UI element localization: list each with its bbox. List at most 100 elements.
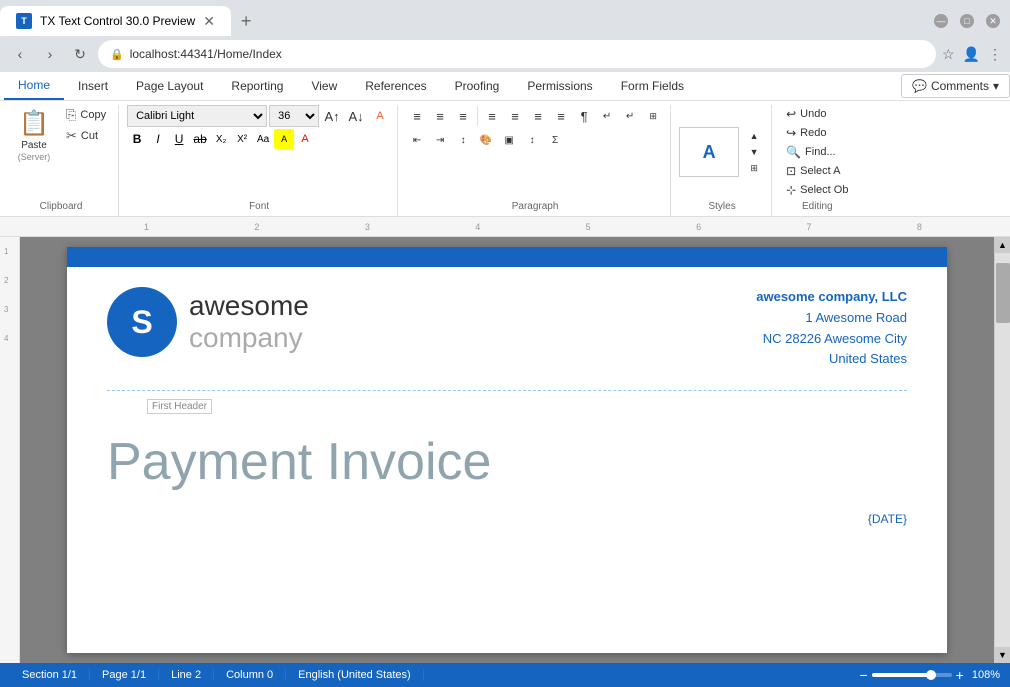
bullets-button[interactable]: ≡ [406,105,428,127]
change-case-button[interactable]: Aa [253,129,273,149]
payment-invoice-title[interactable]: Payment Invoice [67,422,947,512]
right-scrollbar[interactable]: ▲ ▼ [994,237,1010,663]
indent-inc-button[interactable]: ⇥ [429,129,451,151]
scroll-thumb[interactable] [996,263,1010,323]
first-header-label: First Header [147,399,212,414]
zoom-out-button[interactable]: − [859,667,867,683]
styles-expand-button[interactable]: ⊞ [743,160,765,176]
undo-icon: ↩ [786,107,796,121]
clipboard-label: Clipboard [10,199,112,212]
tab-insert[interactable]: Insert [64,73,122,99]
font-size-select[interactable]: 36 [269,105,319,127]
status-right: − + 108% [859,667,1000,683]
close-button[interactable]: ✕ [986,14,1000,28]
styles-down-button[interactable]: ▼ [743,144,765,160]
company-name-bottom: company [189,322,309,354]
zoom-bar[interactable] [872,673,952,677]
active-tab[interactable]: T TX Text Control 30.0 Preview ✕ [0,6,231,36]
tab-references[interactable]: References [351,73,440,99]
highlight-button[interactable]: A [274,129,294,149]
italic-button[interactable]: I [148,129,168,149]
sort-button[interactable]: ↕ [521,129,543,151]
ltr-button[interactable]: ↵ [619,105,641,127]
forward-button[interactable]: › [38,42,62,66]
back-button[interactable]: ‹ [8,42,32,66]
styles-box[interactable]: A [679,127,739,177]
scroll-up-button[interactable]: ▲ [995,237,1010,253]
line-spacing-button[interactable]: ↕ [452,129,474,151]
cut-button[interactable]: ✂ Cut [60,126,112,146]
scroll-down-button[interactable]: ▼ [995,647,1010,663]
grow-font-button[interactable]: A↑ [321,105,343,127]
clipboard-group-content: 📋 Paste (Server) ⎘ Copy ✂ Cut [10,105,112,199]
superscript-button[interactable]: X² [232,129,252,149]
comments-button[interactable]: 💬 Comments ▾ [901,74,1010,98]
font-color-button[interactable]: A [369,105,391,127]
select-all-button[interactable]: ⊡ Select A [780,162,846,180]
subscript-button[interactable]: X₂ [211,129,231,149]
underline-button[interactable]: U [169,129,189,149]
select-objects-button[interactable]: ⊹ Select Ob [780,181,854,199]
tab-permissions[interactable]: Permissions [513,73,606,99]
zoom-in-button[interactable]: + [956,667,964,683]
tab-reporting[interactable]: Reporting [217,73,297,99]
ribbon-content: 📋 Paste (Server) ⎘ Copy ✂ Cut [0,101,1010,216]
rtl-button[interactable]: ↵ [596,105,618,127]
redo-button[interactable]: ↪ Redo [780,124,832,142]
indent-row: ⇤ ⇥ ↕ 🎨 ▣ ↕ Σ [406,129,566,151]
styles-up-button[interactable]: ▲ [743,128,765,144]
align-right-button[interactable]: ≡ [527,105,549,127]
select-objects-icon: ⊹ [786,183,796,197]
reload-button[interactable]: ↻ [68,42,92,66]
select-objects-label: Select Ob [800,184,848,196]
align-left-button[interactable]: ≡ [481,105,503,127]
tab-form-fields[interactable]: Form Fields [607,73,698,99]
align-center-button[interactable]: ≡ [504,105,526,127]
menu-icon[interactable]: ⋮ [988,46,1002,63]
minimize-button[interactable]: — [934,14,948,28]
justify-button[interactable]: ≡ [550,105,572,127]
zoom-thumb[interactable] [926,670,936,680]
strikethrough-button[interactable]: ab [190,129,210,149]
select-all-icon: ⊡ [786,164,796,178]
shrink-font-button[interactable]: A↓ [345,105,367,127]
maximize-button[interactable]: □ [960,14,974,28]
new-tab-button[interactable]: + [231,7,262,36]
para-expand-button[interactable]: ⊞ [642,105,664,127]
border-button[interactable]: ▣ [498,129,520,151]
copy-button[interactable]: ⎘ Copy [60,105,112,125]
bookmark-icon[interactable]: ☆ [942,46,955,63]
indent-dec-button[interactable]: ⇤ [406,129,428,151]
scroll-track[interactable] [995,253,1010,647]
redo-label: Redo [800,127,826,139]
address-bar[interactable]: 🔒 localhost:44341/Home/Index [98,40,936,68]
multilevel-button[interactable]: ≡ [452,105,474,127]
text-color-button[interactable]: A [295,129,315,149]
select-all-label: Select A [800,165,840,177]
bold-button[interactable]: B [127,129,147,149]
undo-button[interactable]: ↩ Undo [780,105,832,123]
tab-home[interactable]: Home [4,72,64,100]
font-name-select[interactable]: Calibri Light [127,105,267,127]
tab-bar: T TX Text Control 30.0 Preview ✕ + — □ ✕ [0,0,1010,36]
profile-icon[interactable]: 👤 [963,46,980,63]
show-marks-button[interactable]: ¶ [573,105,595,127]
tab-page-layout[interactable]: Page Layout [122,73,217,99]
tab-close-button[interactable]: ✕ [203,13,215,30]
numbering-button[interactable]: ≡ [429,105,451,127]
sum-button[interactable]: Σ [544,129,566,151]
list-row: ≡ ≡ ≡ ≡ ≡ ≡ ≡ ¶ ↵ ↵ ⊞ [406,105,664,127]
paragraph-label: Paragraph [406,199,664,212]
find-icon: 🔍 [786,145,801,159]
document-scroll[interactable]: S awesome company awesome company, LLC 1… [20,237,994,663]
tab-view[interactable]: View [297,73,351,99]
comments-label: Comments [931,79,989,93]
company-address: awesome company, LLC 1 Awesome Road NC 2… [756,287,907,370]
company-address-line1: 1 Awesome Road [756,308,907,329]
status-section: Section 1/1 [10,669,90,681]
paste-button[interactable]: 📋 Paste (Server) [10,105,58,167]
find-button[interactable]: 🔍 Find... [780,143,842,161]
tab-proofing[interactable]: Proofing [441,73,514,99]
zoom-controls: − + 108% [859,667,1000,683]
shading-button[interactable]: 🎨 [475,129,497,151]
